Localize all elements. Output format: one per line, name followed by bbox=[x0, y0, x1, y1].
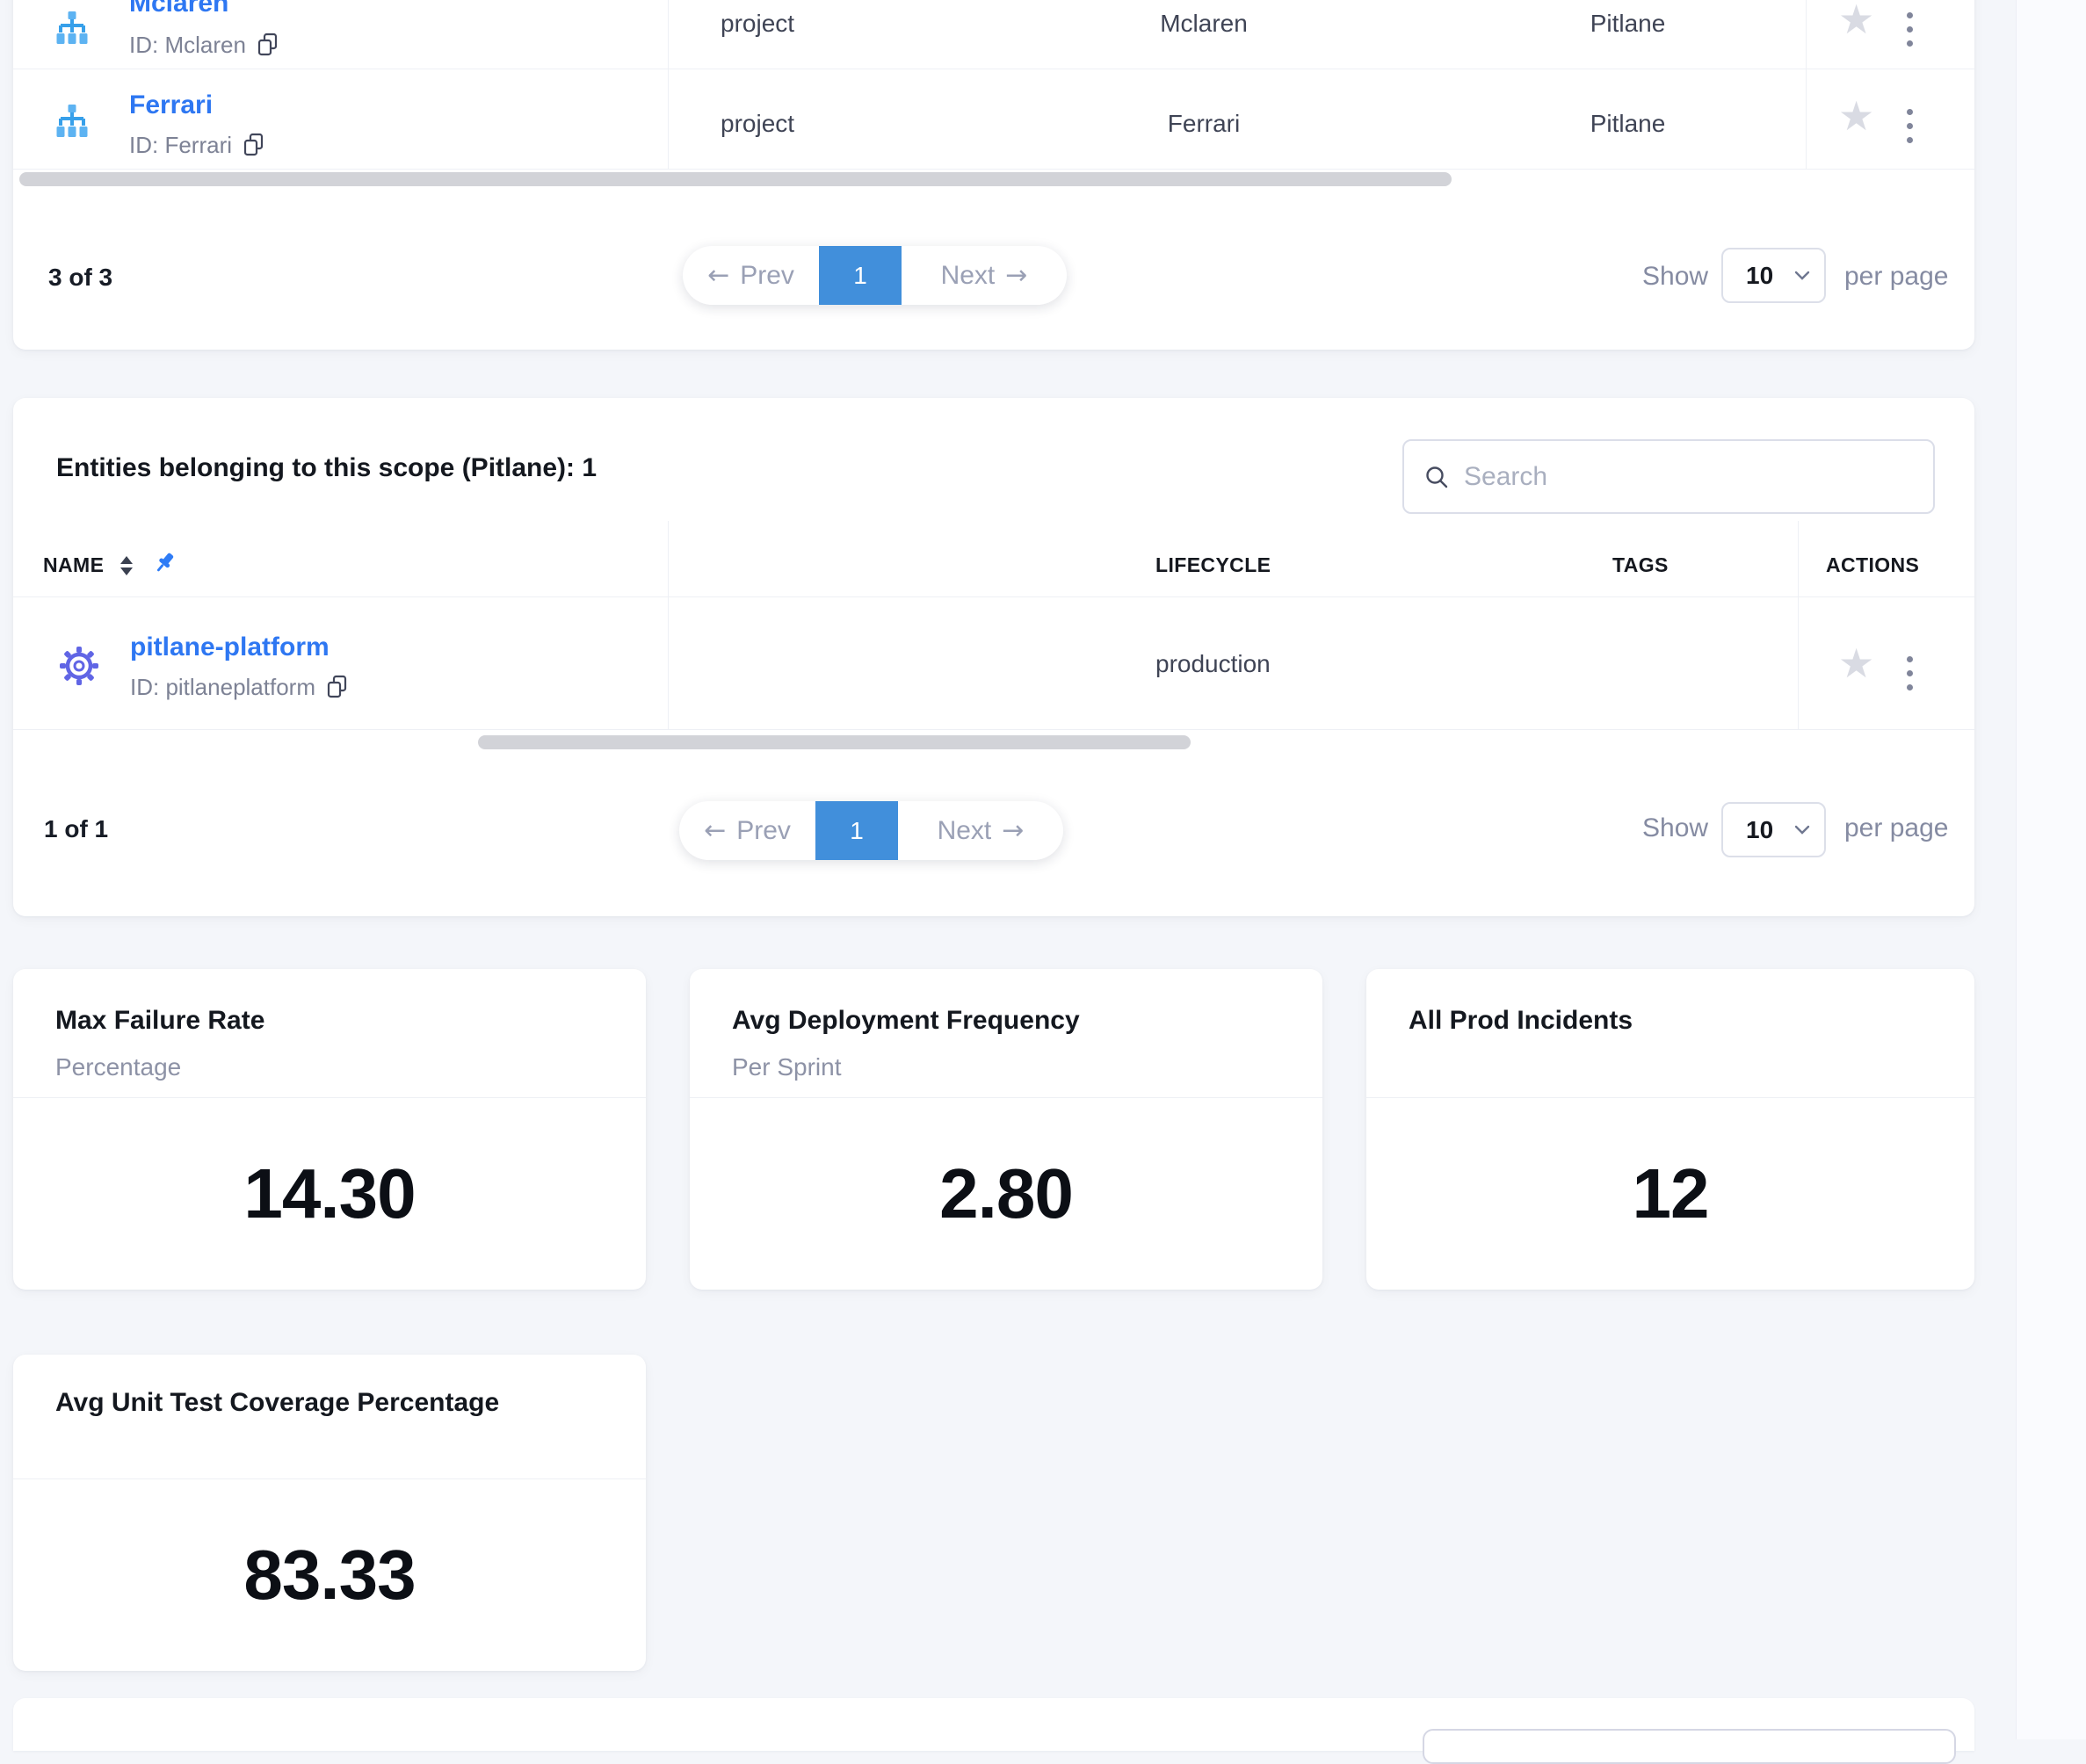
section-title: Entities belonging to this scope (Pitlan… bbox=[56, 452, 597, 484]
copy-icon[interactable] bbox=[326, 675, 349, 699]
column-divider bbox=[668, 0, 669, 169]
search-box bbox=[1402, 439, 1935, 514]
copy-icon[interactable] bbox=[243, 133, 265, 157]
cell-owner: Mclaren bbox=[958, 11, 1450, 37]
cell-kind: project bbox=[721, 11, 794, 37]
kebab-menu-icon[interactable] bbox=[1907, 12, 1913, 47]
column-divider bbox=[1798, 521, 1799, 729]
entities-card: Entities belonging to this scope (Pitlan… bbox=[13, 398, 1974, 916]
entity-link[interactable]: Mclaren bbox=[129, 0, 228, 19]
column-header-tags: TAGS bbox=[1612, 553, 1669, 577]
search-icon bbox=[1423, 464, 1450, 490]
gear-icon bbox=[59, 646, 99, 690]
copy-icon[interactable] bbox=[257, 33, 279, 57]
metric-card: All Prod Incidents 12 bbox=[1366, 969, 1974, 1290]
next-button[interactable]: Next → bbox=[898, 801, 1063, 860]
column-header-lifecycle: LIFECYCLE bbox=[1155, 553, 1271, 577]
metric-title: Avg Unit Test Coverage Percentage bbox=[55, 1386, 499, 1420]
metric-value: 83.33 bbox=[243, 1535, 415, 1616]
per-page-label: per page bbox=[1844, 262, 1948, 292]
arrow-right-icon: → bbox=[1005, 260, 1027, 291]
page-1-button[interactable]: 1 bbox=[815, 801, 898, 860]
prev-button[interactable]: ← Prev bbox=[683, 246, 819, 305]
column-divider bbox=[668, 521, 669, 729]
row-divider bbox=[13, 169, 1974, 170]
cell-lifecycle: production bbox=[1155, 651, 1271, 677]
cell-kind: project bbox=[721, 111, 794, 137]
page-1-button[interactable]: 1 bbox=[819, 246, 902, 305]
entity-link[interactable]: pitlane-platform bbox=[130, 632, 330, 663]
entity-id: ID: Mclaren bbox=[129, 32, 279, 58]
pagination: ← Prev 1 Next → bbox=[683, 246, 1067, 305]
prev-button[interactable]: ← Prev bbox=[679, 801, 815, 860]
sort-icon[interactable] bbox=[120, 556, 133, 575]
pagination-summary: 3 of 3 bbox=[48, 263, 112, 293]
chevron-down-icon bbox=[1794, 825, 1810, 835]
arrow-right-icon: → bbox=[1002, 815, 1024, 846]
entity-id: ID: Ferrari bbox=[129, 132, 265, 158]
right-gutter bbox=[2016, 0, 2086, 1739]
scopes-table-card: Mclaren ID: Mclaren project Mclaren Pitl… bbox=[13, 0, 1974, 350]
next-button[interactable]: Next → bbox=[902, 246, 1067, 305]
blueprint-icon bbox=[54, 11, 91, 52]
metric-subtitle: Percentage bbox=[55, 1052, 181, 1082]
page-size-select[interactable]: 10 bbox=[1721, 248, 1826, 303]
cell-scope: Pitlane bbox=[1450, 11, 1806, 37]
cell-owner: Ferrari bbox=[958, 111, 1450, 137]
column-header-actions: ACTIONS bbox=[1826, 553, 1919, 577]
search-input[interactable] bbox=[1464, 462, 1916, 492]
metric-value: 2.80 bbox=[939, 1153, 1073, 1234]
column-divider bbox=[1806, 0, 1807, 169]
cell-scope: Pitlane bbox=[1450, 111, 1806, 137]
metric-card: Max Failure Rate Percentage 14.30 bbox=[13, 969, 646, 1290]
metric-card: Avg Unit Test Coverage Percentage 83.33 bbox=[13, 1355, 646, 1671]
favorite-star-icon[interactable]: ★ bbox=[1838, 97, 1874, 135]
horizontal-scrollbar[interactable] bbox=[19, 172, 1452, 186]
arrow-left-icon: ← bbox=[707, 260, 729, 291]
metric-title: All Prod Incidents bbox=[1409, 1004, 1633, 1037]
kebab-menu-icon[interactable] bbox=[1907, 109, 1913, 143]
show-label: Show bbox=[1642, 262, 1708, 292]
pin-icon[interactable] bbox=[150, 549, 178, 582]
metric-subtitle: Per Sprint bbox=[732, 1052, 842, 1082]
page-size-select[interactable]: 10 bbox=[1721, 802, 1826, 857]
metric-title: Max Failure Rate bbox=[55, 1004, 264, 1037]
metric-value: 14.30 bbox=[243, 1153, 415, 1234]
entity-link[interactable]: Ferrari bbox=[129, 90, 213, 121]
row-divider bbox=[13, 729, 1974, 730]
column-header-name: NAME bbox=[43, 553, 104, 577]
header-divider bbox=[13, 596, 1974, 597]
pagination-summary: 1 of 1 bbox=[44, 814, 108, 844]
metric-value: 12 bbox=[1633, 1153, 1709, 1234]
blueprint-icon bbox=[54, 104, 91, 145]
bottom-card bbox=[13, 1698, 1974, 1751]
show-label: Show bbox=[1642, 813, 1708, 843]
horizontal-scrollbar[interactable] bbox=[478, 735, 1191, 749]
entity-id: ID: pitlaneplatform bbox=[130, 674, 349, 700]
bottom-input-box[interactable] bbox=[1423, 1729, 1956, 1764]
arrow-left-icon: ← bbox=[704, 815, 726, 846]
per-page-label: per page bbox=[1844, 813, 1948, 843]
favorite-star-icon[interactable]: ★ bbox=[1838, 644, 1874, 683]
pagination: ← Prev 1 Next → bbox=[679, 801, 1063, 860]
chevron-down-icon bbox=[1794, 271, 1810, 280]
favorite-star-icon[interactable]: ★ bbox=[1838, 0, 1874, 39]
kebab-menu-icon[interactable] bbox=[1907, 656, 1913, 690]
metric-card: Avg Deployment Frequency Per Sprint 2.80 bbox=[690, 969, 1322, 1290]
metric-title: Avg Deployment Frequency bbox=[732, 1004, 1080, 1037]
